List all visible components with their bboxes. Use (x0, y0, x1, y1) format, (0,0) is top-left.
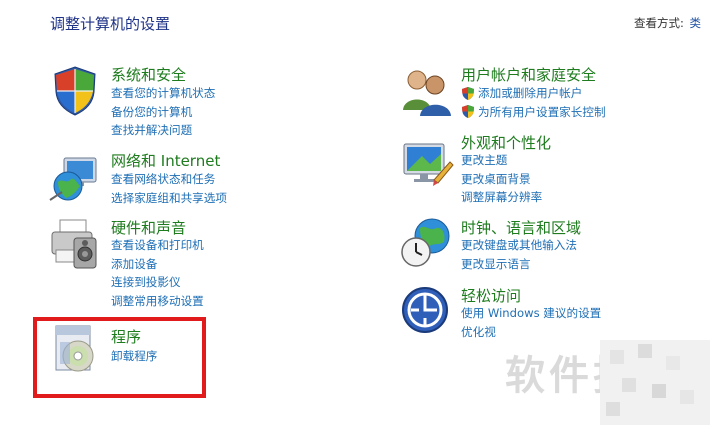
category-heading[interactable]: 硬件和声音 (111, 217, 186, 238)
link-backup-computer[interactable]: 备份您的计算机 (111, 103, 215, 122)
category-heading[interactable]: 用户帐户和家庭安全 (461, 64, 596, 85)
uac-shield-icon (462, 86, 474, 100)
link-screen-resolution[interactable]: 调整屏幕分辨率 (461, 188, 542, 207)
shield-flag-icon (54, 66, 96, 116)
link-optimize-visual[interactable]: 优化视 (461, 323, 601, 342)
uac-shield-icon (462, 105, 474, 119)
view-by: 查看方式: 类 (634, 15, 701, 31)
highlight-box (33, 317, 206, 398)
ease-of-access-icon (402, 287, 448, 333)
category-heading[interactable]: 轻松访问 (461, 285, 521, 306)
link-mobility-settings[interactable]: 调整常用移动设置 (111, 292, 204, 311)
link-devices-printers[interactable]: 查看设备和打印机 (111, 236, 204, 255)
link-label: 为所有用户设置家长控制 (478, 104, 606, 119)
link-connect-projector[interactable]: 连接到投影仪 (111, 273, 204, 292)
users-icon (403, 70, 451, 116)
pixel-mosaic (600, 340, 710, 425)
page-title: 调整计算机的设置 (50, 15, 171, 33)
link-troubleshoot[interactable]: 查找并解决问题 (111, 121, 215, 140)
link-change-theme[interactable]: 更改主题 (461, 151, 542, 170)
link-change-input-method[interactable]: 更改键盘或其他输入法 (461, 236, 577, 255)
link-homegroup-sharing[interactable]: 选择家庭组和共享选项 (111, 189, 227, 208)
clock-globe-icon (401, 218, 450, 267)
printer-speaker-icon (51, 219, 97, 269)
link-parental-controls[interactable]: 为所有用户设置家长控制 (461, 103, 606, 122)
link-windows-suggested-settings[interactable]: 使用 Windows 建议的设置 (461, 304, 601, 323)
category-heading[interactable]: 时钟、语言和区域 (461, 217, 581, 238)
network-globe-icon (49, 157, 97, 201)
category-heading[interactable]: 外观和个性化 (461, 132, 551, 153)
view-by-label: 查看方式: (634, 16, 684, 30)
link-view-network-status[interactable]: 查看网络状态和任务 (111, 170, 227, 189)
link-view-computer-status[interactable]: 查看您的计算机状态 (111, 84, 215, 103)
view-by-dropdown[interactable]: 类 (690, 16, 702, 30)
link-label: 添加或删除用户帐户 (478, 86, 583, 100)
link-change-display-language[interactable]: 更改显示语言 (461, 255, 577, 274)
link-desktop-background[interactable]: 更改桌面背景 (461, 170, 542, 189)
category-heading[interactable]: 网络和 Internet (111, 150, 220, 171)
monitor-paint-icon (403, 143, 454, 186)
category-heading[interactable]: 系统和安全 (111, 64, 186, 85)
link-add-device[interactable]: 添加设备 (111, 255, 204, 274)
link-add-remove-accounts[interactable]: 添加或删除用户帐户 (461, 84, 606, 103)
